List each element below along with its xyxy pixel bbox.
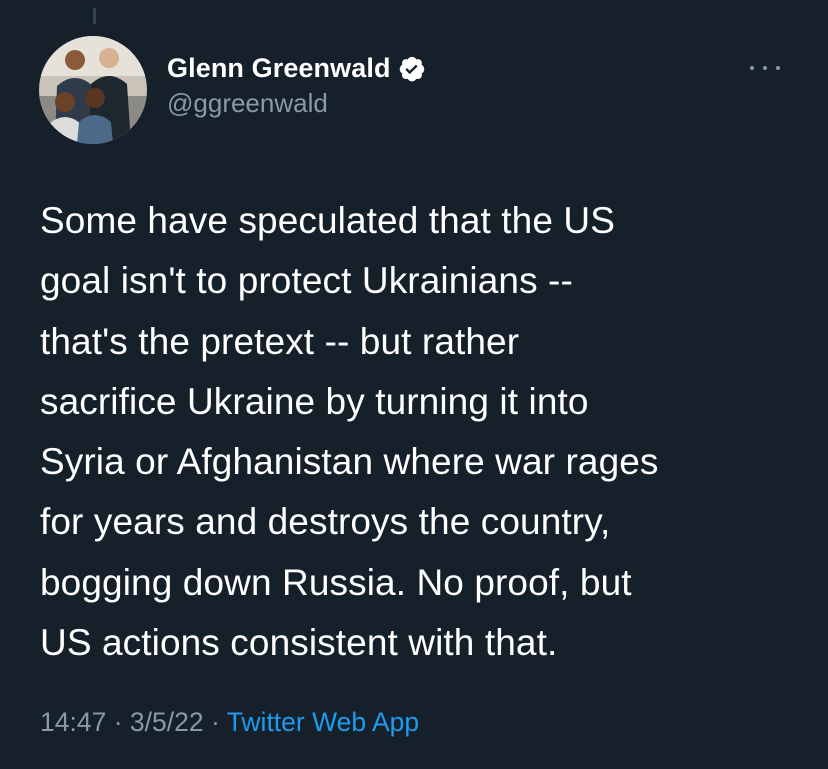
tweet-time[interactable]: 14:47 [40, 707, 106, 737]
author-handle[interactable]: @ggreenwald [167, 88, 426, 119]
more-dot [763, 66, 767, 70]
more-dot [750, 66, 754, 70]
tweet-text: Some have speculated that the US goal is… [40, 200, 659, 664]
more-dot [776, 66, 780, 70]
tweet-date[interactable]: 3/5/22 [130, 707, 204, 737]
more-options-icon[interactable] [750, 58, 780, 78]
author-name-row: Glenn Greenwald [167, 50, 426, 86]
meta-separator: · [113, 707, 123, 737]
tweet-source-link[interactable]: Twitter Web App [227, 707, 419, 737]
verified-badge-icon [397, 54, 426, 83]
avatar[interactable] [39, 36, 147, 144]
tweet-author: Glenn Greenwald @ggreenwald [167, 50, 426, 119]
meta-separator: · [210, 707, 220, 737]
thread-connector-line [93, 8, 96, 24]
author-display-name[interactable]: Glenn Greenwald [167, 53, 391, 84]
tweet-metadata: 14:47 · 3/5/22 · Twitter Web App [40, 707, 419, 738]
avatar-photo [39, 36, 147, 144]
